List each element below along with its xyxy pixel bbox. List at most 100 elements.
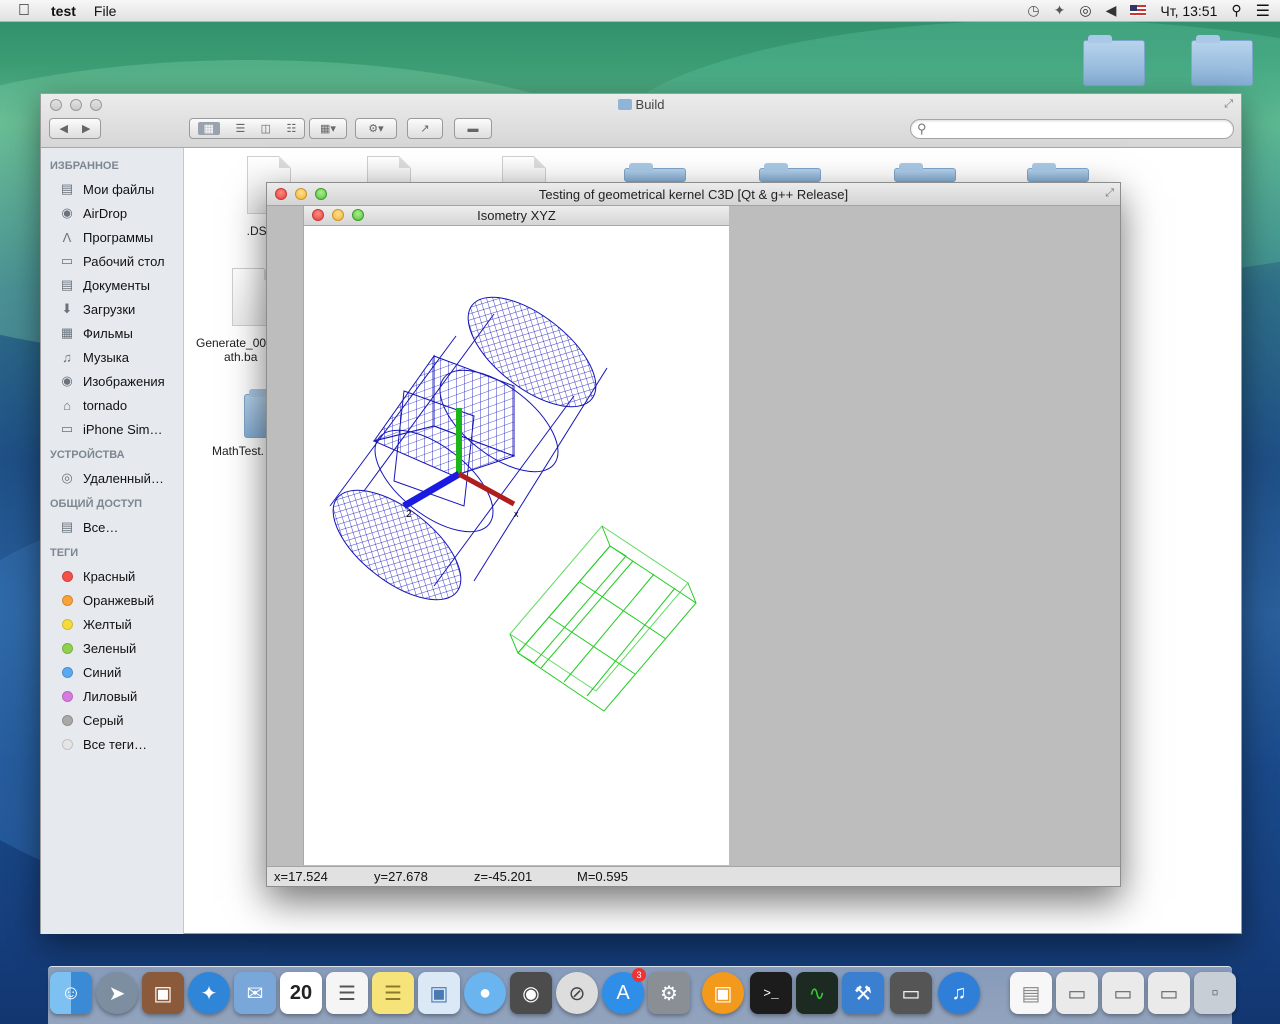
window-title: Build — [41, 97, 1241, 112]
share-icon: ↗ — [420, 123, 430, 135]
sidebar-item-label: iPhone Sim… — [83, 421, 163, 437]
sidebar-tag-blue[interactable]: Синий — [41, 660, 183, 684]
apple-icon[interactable]:  — [0, 2, 42, 20]
sidebar-item-label: Синий — [83, 664, 122, 680]
folder-icon[interactable] — [894, 163, 956, 182]
window-icon[interactable]: ▭ — [890, 972, 932, 1014]
list-icon[interactable]: ☰ — [1256, 1, 1270, 21]
sidebar-item-home[interactable]: ⌂ tornado — [41, 393, 183, 417]
fullscreen-icon[interactable]: ⤢ — [1224, 98, 1233, 111]
view-mode-control[interactable]: ▦ ☰ ◫ ☷ — [189, 118, 305, 139]
folder-icon[interactable] — [1027, 163, 1089, 182]
desktop-folder-icon[interactable] — [1083, 35, 1145, 86]
sidebar-item-music[interactable]: ♫ Музыка — [41, 345, 183, 369]
window-thumb-icon-2[interactable]: ▭ — [1102, 972, 1144, 1014]
app-menu[interactable]: test — [42, 3, 85, 19]
icon-view-icon[interactable]: ▦ — [197, 122, 221, 135]
sidebar-item-desktop[interactable]: ▭ Рабочий стол — [41, 249, 183, 273]
sidebar-tag-gray[interactable]: Серый — [41, 708, 183, 732]
sidebar-tag-yellow[interactable]: Желтый — [41, 612, 183, 636]
document-icon[interactable]: ▤ — [1010, 972, 1052, 1014]
us-flag-icon[interactable] — [1130, 5, 1147, 16]
sidebar-tag-orange[interactable]: Оранжевый — [41, 588, 183, 612]
sidebar-item-applications[interactable]: Λ Программы — [41, 225, 183, 249]
window-thumb-icon[interactable]: ▭ — [1056, 972, 1098, 1014]
sidebar-item-remote-disc[interactable]: ◎ Удаленный… — [41, 466, 183, 490]
photo-booth-icon[interactable]: ▣ — [142, 972, 184, 1014]
sidebar-item-label: AirDrop — [83, 205, 128, 221]
search-icon[interactable]: ⚲ — [1231, 2, 1241, 19]
terminal-icon[interactable]: >_ — [750, 972, 792, 1014]
finder-sidebar: ИЗБРАННОЕ ▤ Мои файлы ◉ AirDrop Λ Программы… — [41, 148, 184, 934]
notes-icon[interactable]: ☰ — [372, 972, 414, 1014]
airdrop-icon: ◉ — [61, 205, 73, 220]
dock: ☺ ➤ ▣ ✦ ✉ 20 ☰ ☰ ▣ ● ◉ ⊘ A3 ⚙ ▣ >_ ∿ ⚒ ▭… — [48, 966, 1236, 1024]
finder-icon[interactable]: ☺ — [50, 972, 92, 1014]
sidebar-item-documents[interactable]: ▤ Документы — [41, 273, 183, 297]
sidebar-item-label: Загрузки — [83, 301, 136, 317]
mail-icon[interactable]: ✉ — [234, 972, 276, 1014]
search-field[interactable]: ⚲ — [910, 119, 1234, 139]
ibooks-icon[interactable]: ▣ — [702, 972, 744, 1014]
sidebar-item-pictures[interactable]: ◉ Изображения — [41, 369, 183, 393]
calendar-icon[interactable]: 20 — [280, 972, 322, 1014]
sidebar-item-movies[interactable]: ▦ Фильмы — [41, 321, 183, 345]
folder-icon[interactable] — [624, 163, 686, 182]
c3d-title-bar: Testing of geometrical kernel C3D [Qt & … — [267, 183, 1120, 206]
window-thumb-icon-3[interactable]: ▭ — [1148, 972, 1190, 1014]
fullscreen-icon[interactable]: ⤢ — [1105, 187, 1114, 200]
sidebar-item-network[interactable]: ▤ Все… — [41, 515, 183, 539]
back-forward-buttons[interactable]: ◀ ▶ — [49, 118, 101, 139]
blue-tag-icon — [62, 666, 73, 678]
sidebar-tag-red[interactable]: Красный — [41, 564, 183, 588]
volume-icon[interactable]: ◀ — [1106, 2, 1117, 19]
sidebar-item-iphone-sim[interactable]: ▭ iPhone Sim… — [41, 417, 183, 441]
xcode-icon[interactable]: ⚒ — [842, 972, 884, 1014]
trash-icon[interactable]: ▫ — [1194, 972, 1236, 1014]
list-view-icon[interactable]: ☰ — [235, 122, 245, 135]
coverflow-view-icon[interactable]: ☷ — [286, 122, 296, 135]
folder-icon: ▭ — [60, 421, 74, 436]
3d-viewport[interactable]: 2 x — [304, 226, 730, 864]
facetime-icon[interactable]: ◉ — [510, 972, 552, 1014]
action-button[interactable]: ⚙▾ — [355, 118, 397, 139]
sidebar-item-label: Мои файлы — [83, 181, 155, 197]
activity-monitor-icon[interactable]: ∿ — [796, 972, 838, 1014]
app-store-icon[interactable]: A3 — [602, 968, 646, 1014]
calendar-day: 20 — [289, 981, 313, 1004]
tags-button[interactable]: ▬ — [454, 118, 492, 139]
wifi-icon[interactable]: ◎ — [1079, 2, 1091, 19]
sidebar-item-downloads[interactable]: ⬇ Загрузки — [41, 297, 183, 321]
sidebar-item-all-files[interactable]: ▤ Мои файлы — [41, 177, 183, 201]
sidebar-tag-green[interactable]: Зеленый — [41, 636, 183, 660]
pictures-icon: ◉ — [61, 373, 73, 388]
preview-icon[interactable]: ▣ — [418, 972, 460, 1014]
column-view-icon[interactable]: ◫ — [261, 122, 271, 135]
time-machine-icon[interactable]: ◷ — [1027, 2, 1039, 19]
sidebar-tag-purple[interactable]: Лиловый — [41, 684, 183, 708]
sidebar-item-airdrop[interactable]: ◉ AirDrop — [41, 201, 183, 225]
desktop-folder-icon[interactable] — [1191, 35, 1253, 86]
bluetooth-icon[interactable]: ✦ — [1054, 2, 1066, 19]
blocked-icon[interactable]: ⊘ — [556, 972, 598, 1014]
sidebar-tag-all[interactable]: Все теги… — [41, 732, 183, 756]
gray-tag-icon — [62, 714, 73, 726]
sidebar-item-label: Серый — [83, 712, 124, 728]
safari-icon[interactable]: ✦ — [188, 972, 230, 1014]
messages-icon[interactable]: ● — [464, 972, 506, 1014]
all-files-icon: ▤ — [60, 181, 74, 196]
arrange-button[interactable]: ▦▾ — [309, 118, 347, 139]
system-preferences-icon[interactable]: ⚙ — [648, 972, 690, 1014]
folder-icon[interactable] — [759, 163, 821, 182]
reminders-icon[interactable]: ☰ — [326, 972, 368, 1014]
file-menu[interactable]: File — [85, 3, 126, 19]
search-input[interactable] — [933, 121, 1223, 137]
forward-icon[interactable]: ▶ — [82, 122, 90, 135]
share-button[interactable]: ↗ — [407, 118, 443, 139]
launchpad-icon[interactable]: ➤ — [96, 972, 138, 1014]
sidebar-item-label: Оранжевый — [83, 592, 155, 608]
back-icon[interactable]: ◀ — [60, 122, 68, 135]
subwindow-title: Isometry XYZ — [477, 208, 556, 223]
clock[interactable]: Чт, 13:51 — [1160, 3, 1217, 19]
itunes-icon[interactable]: ♫ — [938, 972, 980, 1014]
